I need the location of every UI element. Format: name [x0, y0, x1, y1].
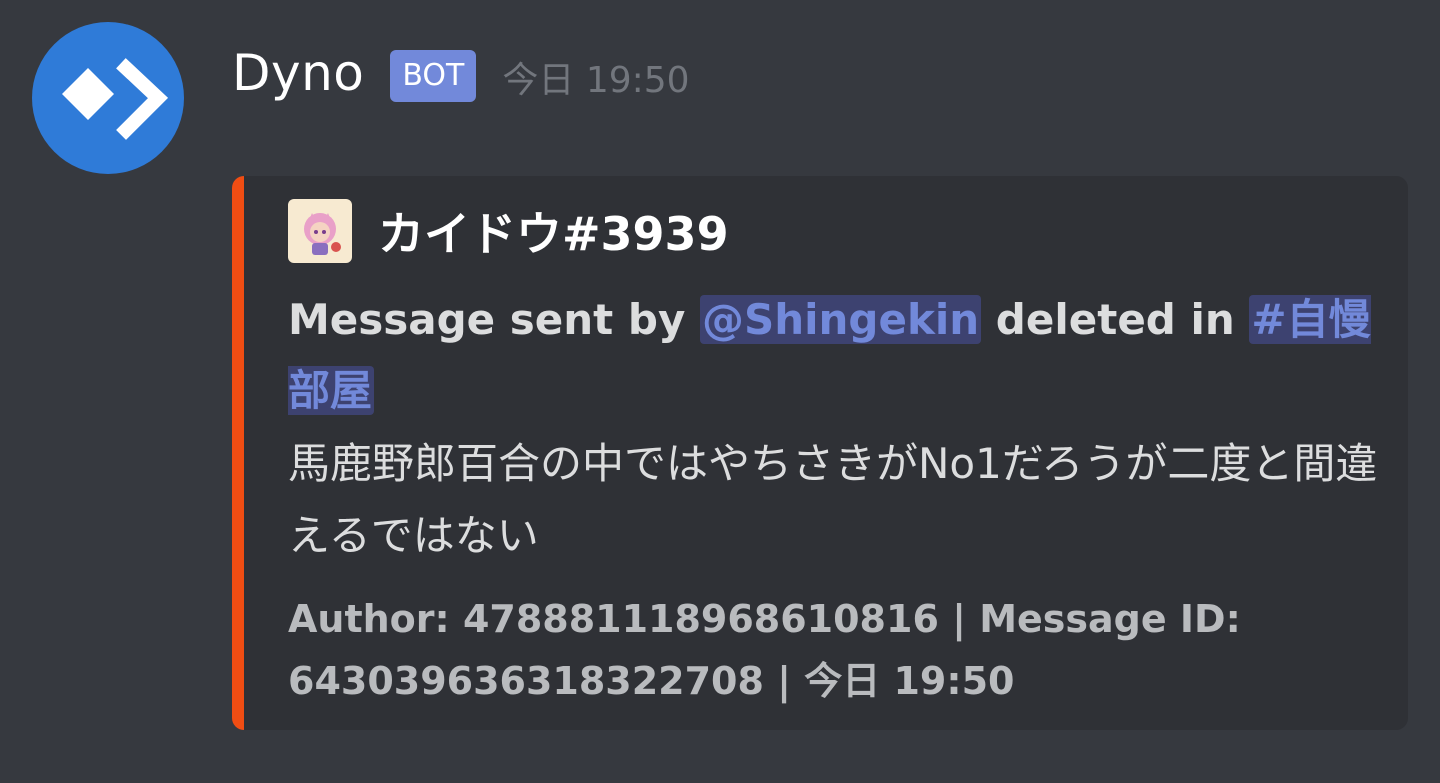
message-timestamp[interactable]: 今日 19:50 [502, 51, 689, 103]
title-middle: deleted in [981, 295, 1250, 344]
bot-tag: BOT [390, 50, 477, 102]
message-header: Dyno BOT 今日 19:50 [232, 38, 690, 108]
embed-footer: Author: 478881118968610816 | Message ID:… [288, 597, 1241, 703]
bot-avatar[interactable] [32, 22, 184, 174]
embed-author: カイドウ#3939 [288, 198, 729, 264]
username[interactable]: Dyno [232, 44, 364, 102]
embed-author-name[interactable]: カイドウ#3939 [378, 198, 729, 264]
chat-message: Dyno BOT 今日 19:50 カイドウ#3939 Message sent… [0, 0, 1440, 783]
dyno-logo-icon [62, 58, 169, 140]
user-mention[interactable]: @Shingekin [699, 295, 982, 344]
anime-avatar-icon[interactable] [288, 199, 352, 263]
deleted-message-content: 馬鹿野郎百合の中ではやちさきがNo1だろうが二度と間違えるではない [288, 439, 1378, 560]
title-prefix: Message sent by [288, 295, 700, 344]
log-embed: カイドウ#3939 Message sent by @Shingekin del… [232, 176, 1408, 730]
embed-title: Message sent by @Shingekin deleted in #自… [288, 284, 1398, 426]
